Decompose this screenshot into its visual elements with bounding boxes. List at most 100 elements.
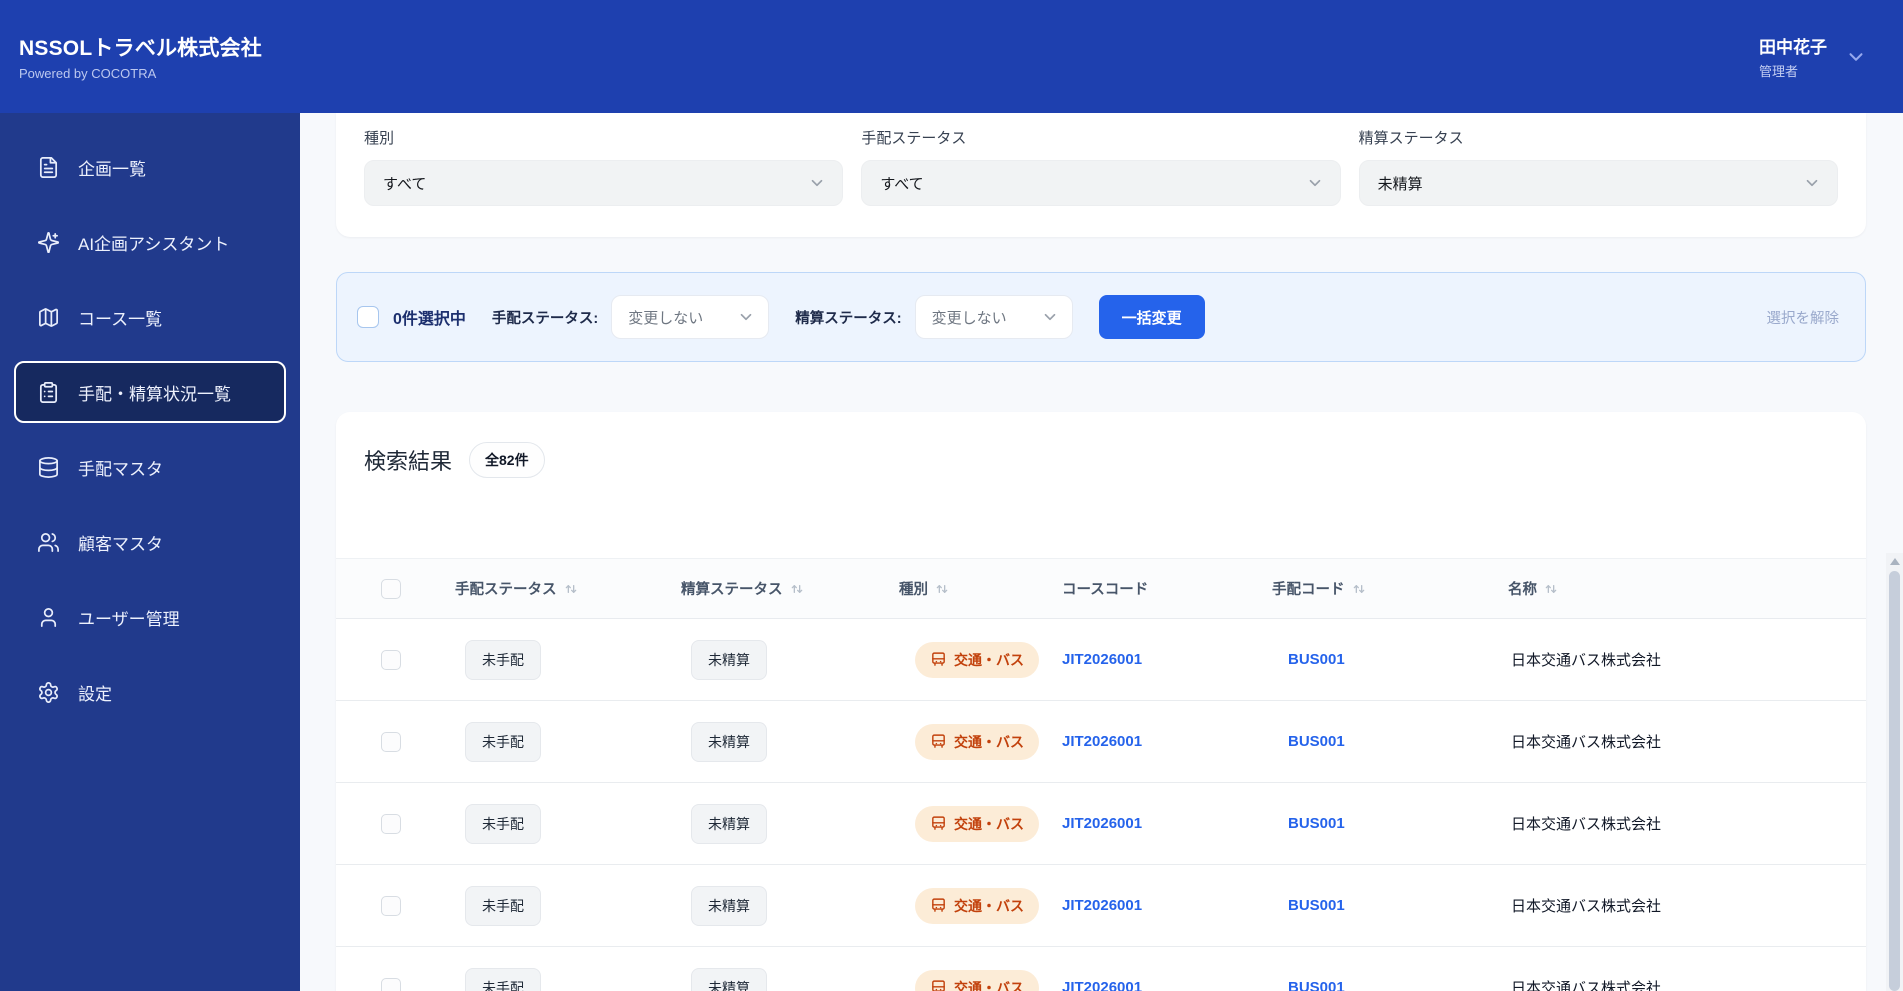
scrollbar-thumb[interactable] [1889, 571, 1900, 991]
bulk-action-bar: 0件選択中 手配ステータス: 変更しない 精算ステータス: 変更しない 一括変更… [336, 272, 1866, 362]
course-code-link[interactable]: JIT2026001 [1062, 815, 1142, 832]
bulk-select-checkbox[interactable] [357, 306, 379, 328]
arrange-status-badge: 未手配 [465, 639, 541, 680]
table-scrollbar[interactable] [1886, 553, 1903, 991]
filter-select-value: 未精算 [1377, 175, 1423, 193]
table-body: 未手配 未精算 交通・バス JIT2026001 BUS001 日本交通バス株式… [336, 619, 1866, 991]
gear-icon [37, 681, 60, 704]
row-checkbox[interactable] [381, 813, 401, 834]
sidebar-item-label: コース一覧 [78, 309, 163, 329]
arrange-status-badge: 未手配 [465, 967, 541, 991]
clear-selection-link[interactable]: 選択を解除 [1767, 307, 1840, 328]
arrange-status-badge: 未手配 [465, 885, 541, 926]
bulk-field-select-value: 変更しない [931, 309, 1007, 327]
row-checkbox[interactable] [381, 895, 401, 916]
sidebar-item[interactable]: AI企画アシスタント [14, 211, 286, 273]
arrange-status-badge: 未手配 [465, 721, 541, 762]
filter-label: 手配ステータス [861, 130, 967, 147]
settle-status-badge: 未精算 [691, 721, 767, 762]
sidebar-item-label: 設定 [78, 684, 112, 704]
sort-icon[interactable] [1351, 581, 1367, 597]
table-row: 未手配 未精算 交通・バス JIT2026001 BUS001 日本交通バス株式… [336, 947, 1866, 991]
name-cell: 日本交通バス株式会社 [1511, 898, 1662, 915]
arrange-code-link[interactable]: BUS001 [1288, 897, 1345, 914]
sidebar-item[interactable]: 設定 [14, 661, 286, 723]
filter-field: 精算ステータス 未精算 [1358, 127, 1838, 206]
bus-icon [930, 979, 947, 991]
bulk-field-select-value: 変更しない [628, 309, 704, 327]
sidebar-item[interactable]: ユーザー管理 [14, 586, 286, 648]
sidebar-item[interactable]: 顧客マスタ [14, 511, 286, 573]
filter-label: 種別 [364, 130, 395, 147]
type-badge: 交通・バス [915, 887, 1039, 924]
arrange-code-link[interactable]: BUS001 [1288, 979, 1345, 991]
bus-icon [930, 815, 947, 832]
type-badge: 交通・バス [915, 641, 1039, 678]
course-code-link[interactable]: JIT2026001 [1062, 979, 1142, 991]
app-root: NSSOLトラベル株式会社 Powered by COCOTRA 田中花子 管理… [0, 0, 1903, 991]
bulk-field-select[interactable]: 変更しない [914, 295, 1073, 339]
results-count-badge: 全82件 [469, 442, 545, 478]
sidebar-item-label: 手配・精算状況一覧 [78, 384, 231, 404]
filter-select[interactable]: 未精算 [1358, 160, 1838, 206]
bulk-field: 精算ステータス: 変更しない [795, 295, 1073, 339]
results-title: 検索結果 [364, 449, 453, 474]
arrange-code-link[interactable]: BUS001 [1288, 815, 1345, 832]
user-icon [37, 606, 60, 629]
map-icon [37, 306, 60, 329]
type-badge-label: 交通・バス [954, 979, 1024, 991]
course-code-link[interactable]: JIT2026001 [1062, 651, 1142, 668]
bulk-field: 手配ステータス: 変更しない [492, 295, 770, 339]
sidebar-item[interactable]: 手配マスタ [14, 436, 286, 498]
course-code-link[interactable]: JIT2026001 [1062, 733, 1142, 750]
bulk-field-select[interactable]: 変更しない [611, 295, 770, 339]
sort-icon[interactable] [1543, 581, 1559, 597]
user-name: 田中花子 [1759, 38, 1827, 57]
arrange-code-link[interactable]: BUS001 [1288, 651, 1345, 668]
user-menu[interactable]: 田中花子 管理者 [1759, 33, 1867, 80]
chevron-down-icon [1041, 308, 1059, 326]
search-results-panel: 検索結果 全82件 手配ステータス 精算ステータス 種別 コースコード 手配コー… [336, 412, 1866, 991]
bulk-apply-button[interactable]: 一括変更 [1098, 295, 1205, 339]
bus-icon [930, 651, 947, 668]
filter-select-value: すべて [880, 175, 924, 193]
type-badge: 交通・バス [915, 805, 1039, 842]
name-cell: 日本交通バス株式会社 [1511, 980, 1662, 991]
sort-icon[interactable] [563, 581, 579, 597]
brand: NSSOLトラベル株式会社 Powered by COCOTRA [19, 32, 262, 81]
sidebar-item-label: AI企画アシスタント [78, 234, 230, 254]
sidebar-item[interactable]: コース一覧 [14, 286, 286, 348]
select-all-checkbox[interactable] [381, 578, 401, 599]
table-row: 未手配 未精算 交通・バス JIT2026001 BUS001 日本交通バス株式… [336, 619, 1866, 701]
powered-by: Powered by COCOTRA [19, 66, 157, 81]
table-row: 未手配 未精算 交通・バス JIT2026001 BUS001 日本交通バス株式… [336, 783, 1866, 865]
settle-status-badge: 未精算 [691, 885, 767, 926]
sidebar-item-label: 顧客マスタ [78, 534, 163, 554]
row-checkbox[interactable] [381, 977, 401, 991]
filter-select[interactable]: すべて [364, 160, 844, 206]
sort-icon[interactable] [789, 581, 805, 597]
document-icon [37, 156, 60, 179]
sidebar-item[interactable]: 手配・精算状況一覧 [14, 361, 286, 423]
sidebar-item-label: 手配マスタ [78, 459, 163, 479]
type-badge: 交通・バス [915, 969, 1039, 991]
row-checkbox[interactable] [381, 731, 401, 752]
filter-select[interactable]: すべて [861, 160, 1341, 206]
column-header-arrange-status: 手配ステータス [455, 582, 557, 598]
type-badge-label: 交通・バス [954, 815, 1024, 832]
sidebar-item[interactable]: 企画一覧 [14, 136, 286, 198]
scroll-up-arrow-icon[interactable] [1889, 558, 1900, 565]
name-cell: 日本交通バス株式会社 [1511, 652, 1662, 669]
selected-count: 0件選択中 [393, 311, 466, 328]
type-badge-label: 交通・バス [954, 733, 1024, 750]
row-checkbox[interactable] [381, 649, 401, 670]
column-header-name: 名称 [1508, 582, 1537, 598]
app-header: NSSOLトラベル株式会社 Powered by COCOTRA 田中花子 管理… [0, 0, 1903, 113]
arrange-status-badge: 未手配 [465, 803, 541, 844]
bus-icon [930, 733, 947, 750]
settle-status-badge: 未精算 [691, 639, 767, 680]
course-code-link[interactable]: JIT2026001 [1062, 897, 1142, 914]
sort-icon[interactable] [934, 581, 950, 597]
arrange-code-link[interactable]: BUS001 [1288, 733, 1345, 750]
name-cell: 日本交通バス株式会社 [1511, 734, 1662, 751]
